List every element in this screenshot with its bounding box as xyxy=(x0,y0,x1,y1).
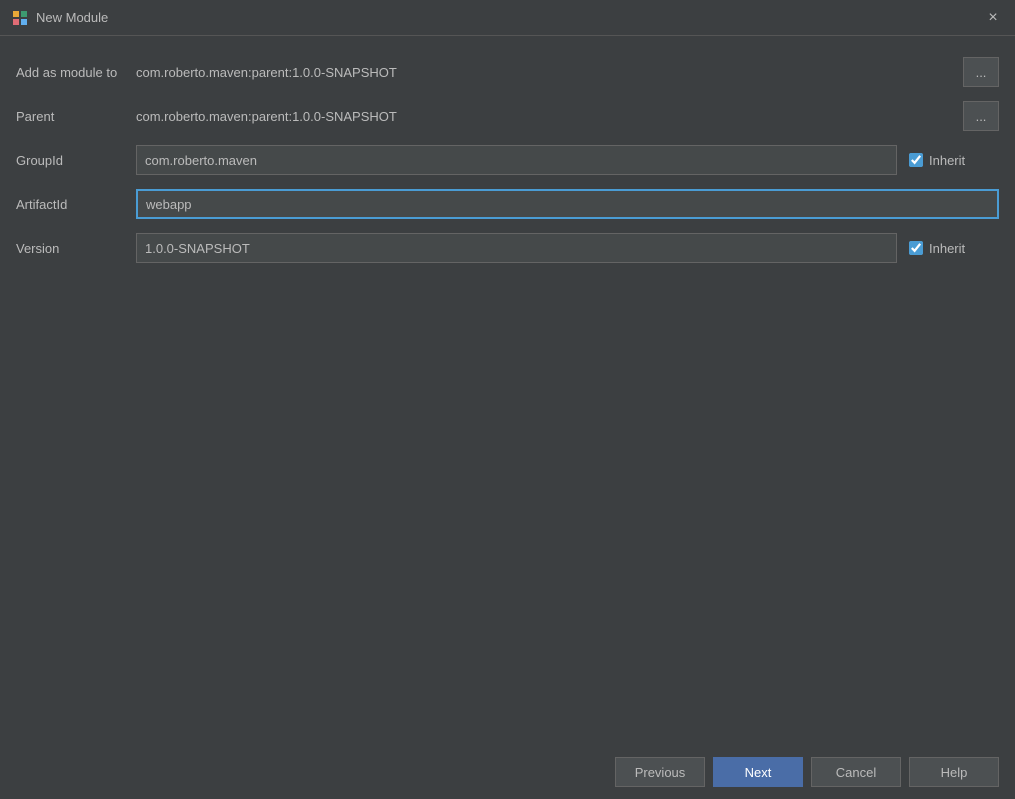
dialog-title: New Module xyxy=(36,10,108,25)
artifact-id-input[interactable] xyxy=(136,189,999,219)
module-icon xyxy=(12,10,28,26)
next-button[interactable]: Next xyxy=(713,757,803,787)
parent-value: com.roberto.maven:parent:1.0.0-SNAPSHOT xyxy=(136,109,955,124)
footer: Previous Next Cancel Help xyxy=(0,745,1015,799)
add-module-browse-button[interactable]: ... xyxy=(963,57,999,87)
add-module-label: Add as module to xyxy=(16,65,136,80)
version-row: Version Inherit xyxy=(16,232,999,264)
add-module-row: Add as module to com.roberto.maven:paren… xyxy=(16,56,999,88)
form-content: Add as module to com.roberto.maven:paren… xyxy=(0,36,1015,799)
help-button[interactable]: Help xyxy=(909,757,999,787)
parent-label: Parent xyxy=(16,109,136,124)
group-id-inherit-label: Inherit xyxy=(929,153,965,168)
group-id-label: GroupId xyxy=(16,153,136,168)
new-module-dialog: New Module × Add as module to com.robert… xyxy=(0,0,1015,799)
artifact-id-row: ArtifactId xyxy=(16,188,999,220)
version-label: Version xyxy=(16,241,136,256)
version-inherit-checkbox[interactable] xyxy=(909,241,923,255)
group-id-inherit-container: Inherit xyxy=(909,153,999,168)
cancel-button[interactable]: Cancel xyxy=(811,757,901,787)
group-id-inherit-checkbox[interactable] xyxy=(909,153,923,167)
artifact-id-label: ArtifactId xyxy=(16,197,136,212)
title-bar: New Module × xyxy=(0,0,1015,36)
version-input[interactable] xyxy=(136,233,897,263)
parent-browse-button[interactable]: ... xyxy=(963,101,999,131)
version-inherit-label: Inherit xyxy=(929,241,965,256)
version-inherit-container: Inherit xyxy=(909,241,999,256)
parent-row: Parent com.roberto.maven:parent:1.0.0-SN… xyxy=(16,100,999,132)
group-id-input[interactable] xyxy=(136,145,897,175)
previous-button[interactable]: Previous xyxy=(615,757,705,787)
close-button[interactable]: × xyxy=(983,8,1003,28)
group-id-row: GroupId Inherit xyxy=(16,144,999,176)
add-module-value: com.roberto.maven:parent:1.0.0-SNAPSHOT xyxy=(136,65,955,80)
title-bar-left: New Module xyxy=(12,10,108,26)
